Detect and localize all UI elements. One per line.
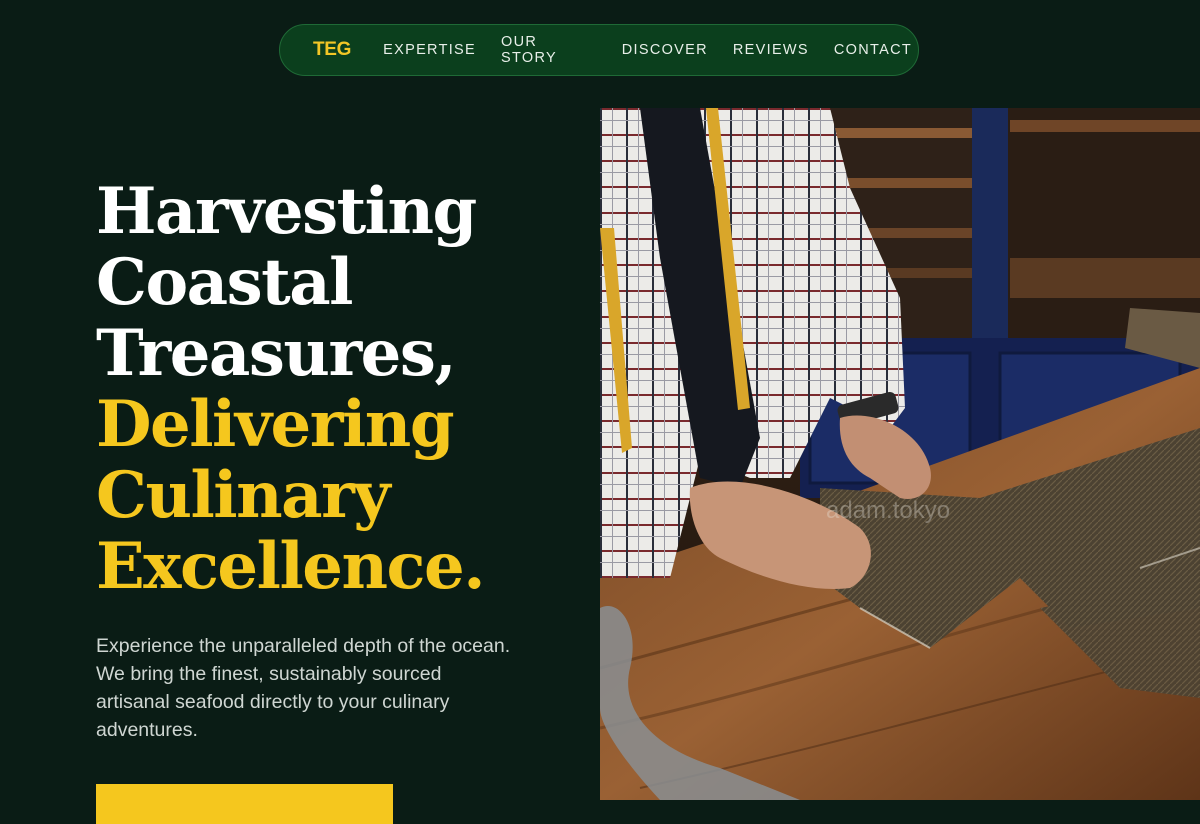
top-nav: TEG EXPERTISE OUR STORY DISCOVER REVIEWS… bbox=[279, 24, 919, 76]
headline-line: Treasures, bbox=[96, 316, 457, 391]
hero-description: Experience the unparalleled depth of the… bbox=[96, 635, 511, 741]
nav-link-our-story[interactable]: OUR STORY bbox=[501, 34, 597, 66]
nav-link-expertise[interactable]: EXPERTISE bbox=[383, 42, 476, 58]
nav-link-discover[interactable]: DISCOVER bbox=[622, 42, 708, 58]
headline-line-accent: Delivering bbox=[96, 387, 455, 462]
hero-headline: Harvesting Coastal Treasures, Delivering… bbox=[96, 174, 485, 604]
logo[interactable]: TEG bbox=[313, 39, 351, 61]
hero-image: adam.tokyo bbox=[600, 108, 1200, 800]
cta-button[interactable] bbox=[96, 784, 393, 824]
watermark-text: adam.tokyo bbox=[826, 497, 950, 524]
nav-link-reviews[interactable]: REVIEWS bbox=[733, 42, 809, 58]
headline-line-accent: Culinary bbox=[96, 458, 390, 533]
nav-link-contact[interactable]: CONTACT bbox=[834, 42, 912, 58]
headline-line: Harvesting bbox=[96, 174, 477, 249]
headline-line: Coastal bbox=[96, 245, 353, 320]
headline-line-accent: Excellence. bbox=[96, 529, 485, 604]
